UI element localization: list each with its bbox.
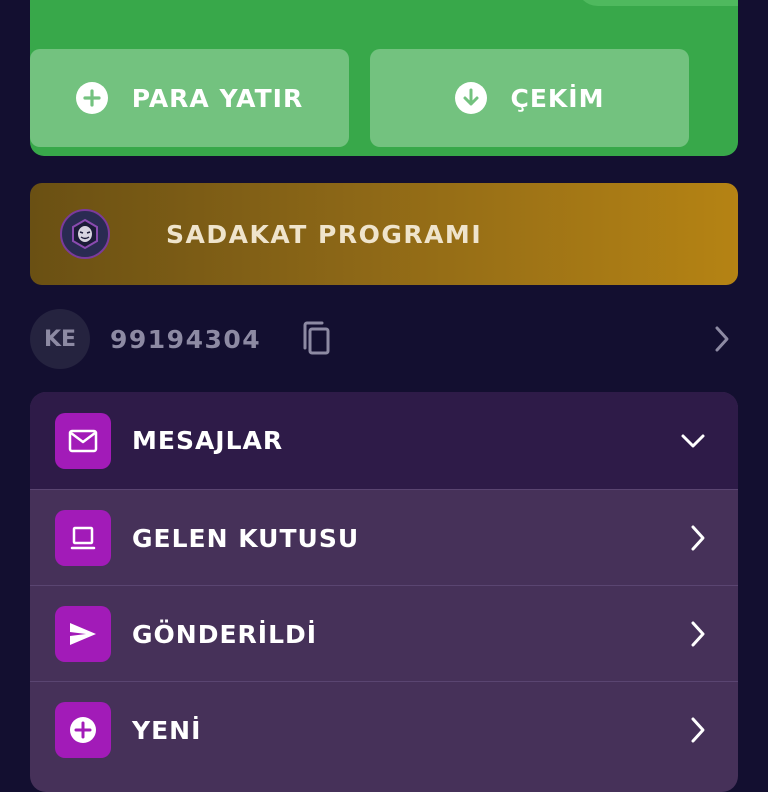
menu-item-label: GÖNDERİLDİ — [132, 619, 318, 649]
loyalty-avatar-icon — [60, 209, 110, 259]
inbox-icon — [55, 510, 111, 566]
loyalty-program-banner[interactable]: SADAKAT PROGRAMI — [30, 183, 738, 285]
menu-item-sent[interactable]: GÖNDERİLDİ — [30, 585, 738, 682]
copy-icon[interactable] — [301, 320, 333, 358]
deposit-label: PARA YATIR — [131, 83, 304, 113]
user-account-row[interactable]: KE 99194304 — [30, 309, 738, 369]
menu-item-label: YENİ — [132, 715, 202, 745]
menu-item-label: GELEN KUTUSU — [132, 523, 360, 553]
chevron-right-icon — [690, 716, 706, 744]
menu-item-inbox[interactable]: GELEN KUTUSU — [30, 489, 738, 586]
arrow-down-circle-icon — [454, 82, 487, 114]
plus-icon — [55, 702, 111, 758]
loyalty-label: SADAKAT PROGRAMI — [166, 219, 483, 249]
chevron-right-icon — [714, 325, 730, 357]
messages-header-label: MESAJLAR — [132, 426, 284, 455]
messages-menu: MESAJLAR GELEN KUTUSU GÖNDERİLDİ YENİ — [30, 392, 738, 792]
deposit-button[interactable]: PARA YATIR — [30, 49, 349, 147]
plus-circle-icon — [75, 82, 108, 114]
envelope-icon — [55, 412, 111, 469]
withdraw-button[interactable]: ÇEKİM — [370, 49, 689, 147]
chevron-down-icon — [680, 433, 706, 449]
send-icon — [55, 606, 111, 662]
messages-header[interactable]: MESAJLAR — [30, 392, 738, 489]
wallet-pill — [576, 0, 738, 6]
menu-item-new[interactable]: YENİ — [30, 681, 738, 778]
avatar: KE — [30, 309, 90, 369]
user-id: 99194304 — [110, 324, 262, 354]
chevron-right-icon — [690, 620, 706, 648]
withdraw-label: ÇEKİM — [510, 83, 605, 113]
chevron-right-icon — [690, 524, 706, 552]
